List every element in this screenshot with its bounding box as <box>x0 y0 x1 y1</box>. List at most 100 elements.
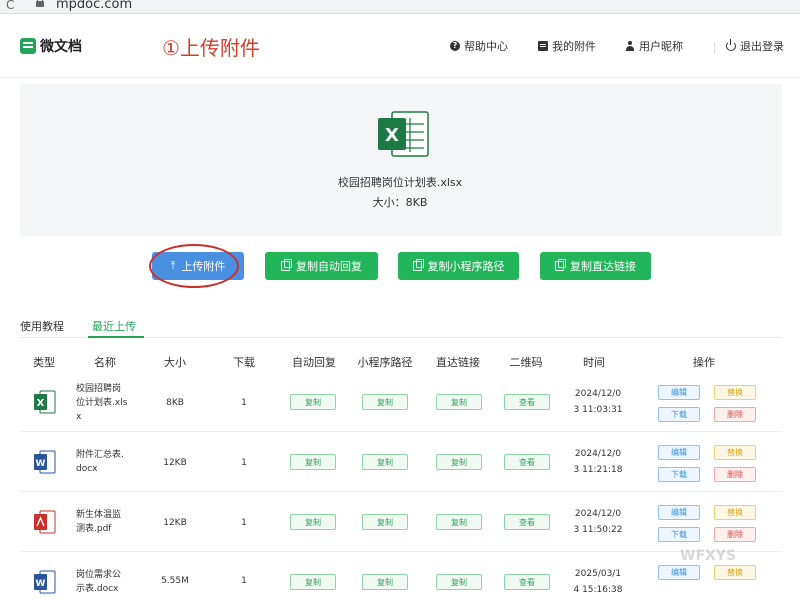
copy-label: 复制 <box>377 397 393 407</box>
nav-logout[interactable]: 退出登录 <box>726 38 784 54</box>
download-button[interactable]: 下载 <box>658 467 700 482</box>
copy-miniprogram-path-tag[interactable]: 复制 <box>362 514 408 530</box>
delete-button[interactable]: 删除 <box>714 467 756 482</box>
nav-my-files-label: 我的附件 <box>552 40 596 53</box>
edit-button[interactable]: 编辑 <box>658 505 700 520</box>
table-row: W 岗位需求公 示表.docx 5.55M 1 复制 复制 复制 查看 2025… <box>20 554 782 600</box>
copy-label: 复制 <box>305 457 321 467</box>
nav-my-files[interactable]: 我的附件 <box>538 38 596 54</box>
nav-user[interactable]: 用户昵称 <box>625 38 683 54</box>
lock-icon <box>36 0 44 9</box>
nav-help-label: 帮助中心 <box>464 40 508 53</box>
table-row: 新生体温监 测表.pdf 12KB 1 复制 复制 复制 查看 2024/12/… <box>20 494 782 552</box>
file-size-cell: 12KB <box>163 458 187 468</box>
delete-button[interactable]: 删除 <box>714 407 756 422</box>
view-label: 查看 <box>519 577 535 587</box>
delete-button[interactable]: 删除 <box>714 527 756 542</box>
copy-label: 复制 <box>451 457 467 467</box>
view-qrcode-tag[interactable]: 查看 <box>504 574 550 590</box>
download-count-cell: 1 <box>241 398 247 408</box>
excel-file-icon: X <box>378 111 429 157</box>
column-header-time: 时间 <box>583 356 605 369</box>
copy-auto-reply-tag[interactable]: 复制 <box>290 514 336 530</box>
preview-file-name: 校园招聘岗位计划表.xlsx <box>337 176 463 189</box>
replace-label: 替换 <box>727 568 743 577</box>
tab-recent-uploads[interactable]: 最近上传 <box>92 318 136 334</box>
copy-miniprogram-path-tag[interactable]: 复制 <box>362 574 408 590</box>
delete-label: 删除 <box>727 530 743 539</box>
power-icon <box>726 39 736 51</box>
view-qrcode-tag[interactable]: 查看 <box>504 454 550 470</box>
delete-label: 删除 <box>727 410 743 419</box>
view-label: 查看 <box>519 397 535 407</box>
copy-direct-link-tag[interactable]: 复制 <box>436 574 482 590</box>
file-size-cell: 12KB <box>163 518 187 528</box>
copy-label: 复制 <box>305 397 321 407</box>
nav-help[interactable]: ? 帮助中心 <box>450 38 508 54</box>
edit-button[interactable]: 编辑 <box>658 445 700 460</box>
copy-direct-link-tag[interactable]: 复制 <box>436 514 482 530</box>
copy-miniprogram-path-button[interactable]: 复制小程序路径 <box>398 252 519 280</box>
file-icon <box>538 41 548 51</box>
svg-text:W: W <box>36 579 46 589</box>
file-name-line: 新生体温监 <box>76 510 122 520</box>
replace-label: 替换 <box>727 388 743 397</box>
download-button[interactable]: 下载 <box>658 527 700 542</box>
copy-auto-reply-tag[interactable]: 复制 <box>290 394 336 410</box>
file-name-cell[interactable]: 校园招聘岗 位计划表.xls x <box>76 382 138 424</box>
time-line: 3 11:21:18 <box>573 465 623 475</box>
word-file-icon: W <box>34 450 56 474</box>
replace-button[interactable]: 替换 <box>714 505 756 520</box>
column-header-auto-reply: 自动回复 <box>292 356 336 369</box>
nav-user-label: 用户昵称 <box>639 40 683 53</box>
download-count-cell: 1 <box>241 458 247 468</box>
reload-icon[interactable]: C <box>6 0 14 12</box>
copy-direct-link-tag[interactable]: 复制 <box>436 394 482 410</box>
view-qrcode-tag[interactable]: 查看 <box>504 394 550 410</box>
copy-label: 复制 <box>451 517 467 527</box>
logo-text: 微文档 <box>40 39 82 55</box>
column-header-qrcode: 二维码 <box>509 356 543 369</box>
upload-time-cell: 2024/12/0 3 11:21:18 <box>570 446 626 478</box>
copy-miniprogram-path-tag[interactable]: 复制 <box>362 394 408 410</box>
tab-tutorial[interactable]: 使用教程 <box>20 318 64 334</box>
upload-time-cell: 2024/12/0 3 11:03:31 <box>570 386 626 418</box>
edit-button[interactable]: 编辑 <box>658 385 700 400</box>
copy-direct-link-button[interactable]: 复制直达链接 <box>540 252 651 280</box>
view-qrcode-tag[interactable]: 查看 <box>504 514 550 530</box>
browser-address-bar[interactable]: C mpdoc.com <box>0 0 800 14</box>
copy-direct-link-tag[interactable]: 复制 <box>436 454 482 470</box>
active-tab-indicator <box>88 336 144 338</box>
view-label: 查看 <box>519 517 535 527</box>
file-name-line: 附件汇总表. <box>76 450 124 460</box>
user-icon <box>625 41 635 51</box>
copy-auto-reply-button[interactable]: 复制自动回复 <box>265 252 378 280</box>
edit-button[interactable]: 编辑 <box>658 565 700 580</box>
nav-logout-label: 退出登录 <box>740 40 784 53</box>
file-preview-panel <box>20 84 782 236</box>
download-button[interactable]: 下载 <box>658 407 700 422</box>
logo-icon <box>20 38 36 54</box>
copy-auto-reply-tag[interactable]: 复制 <box>290 574 336 590</box>
url-text[interactable]: mpdoc.com <box>56 0 132 12</box>
copy-miniprogram-path-label: 复制小程序路径 <box>427 260 505 273</box>
file-name-line: 测表.pdf <box>76 524 112 534</box>
excel-file-icon: X <box>34 390 56 414</box>
file-name-cell[interactable]: 附件汇总表. docx <box>76 448 138 476</box>
replace-button[interactable]: 替换 <box>714 565 756 580</box>
logo[interactable]: 微文档 <box>20 36 82 56</box>
column-header-actions: 操作 <box>693 356 715 369</box>
download-count-cell: 1 <box>241 518 247 528</box>
copy-miniprogram-path-tag[interactable]: 复制 <box>362 454 408 470</box>
edit-label: 编辑 <box>671 448 687 457</box>
copy-auto-reply-tag[interactable]: 复制 <box>290 454 336 470</box>
file-name-cell[interactable]: 新生体温监 测表.pdf <box>76 508 138 536</box>
upload-time-cell: 2024/12/0 3 11:50:22 <box>570 506 626 538</box>
file-name-line: x <box>76 412 82 422</box>
copy-icon <box>555 259 566 271</box>
replace-button[interactable]: 替换 <box>714 445 756 460</box>
column-header-type: 类型 <box>33 356 55 369</box>
copy-label: 复制 <box>305 577 321 587</box>
replace-button[interactable]: 替换 <box>714 385 756 400</box>
file-name-cell[interactable]: 岗位需求公 示表.docx <box>76 568 138 596</box>
